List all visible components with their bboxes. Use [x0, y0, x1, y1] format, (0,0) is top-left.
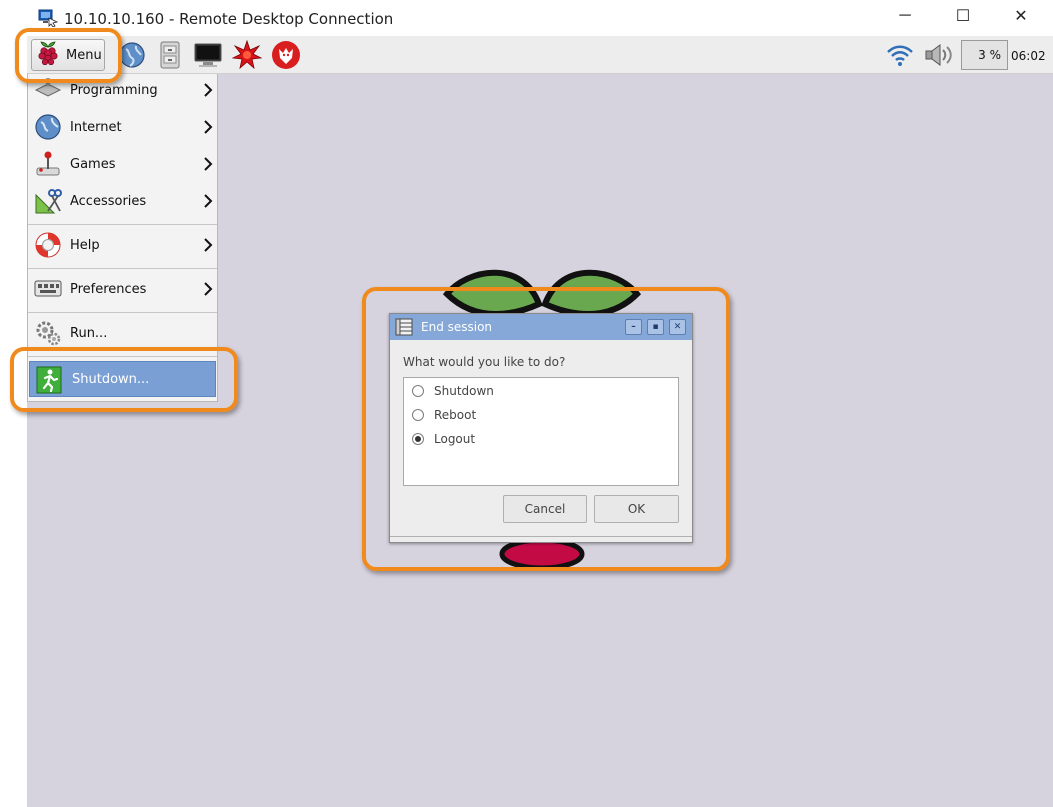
menu-item-programming[interactable]: Programming [28, 72, 217, 108]
speaker-icon[interactable] [922, 41, 956, 69]
ok-button[interactable]: OK [594, 495, 679, 523]
radio-button[interactable] [412, 409, 424, 421]
start-menu: Programming Internet Games Accessories H… [27, 74, 218, 402]
menu-separator [28, 312, 217, 313]
menu-item-shutdown[interactable]: Shutdown... [29, 361, 216, 397]
close-button[interactable]: ✕ [992, 0, 1050, 32]
preferences-keyboard-icon [34, 275, 62, 303]
dialog-close-button[interactable]: ✕ [669, 319, 686, 335]
chevron-right-icon [203, 237, 213, 258]
cancel-button[interactable]: Cancel [503, 495, 587, 523]
top-panel: Menu 3 % 06:02 [27, 36, 1053, 74]
wifi-icon[interactable] [885, 41, 915, 69]
gears-icon [34, 319, 62, 347]
menu-item-help[interactable]: Help [28, 227, 217, 263]
chevron-right-icon [203, 82, 213, 103]
terminal-icon[interactable] [193, 40, 223, 70]
radio-button[interactable] [412, 385, 424, 397]
clock[interactable]: 06:02 [1011, 49, 1046, 63]
menu-button-label: Menu [66, 47, 102, 63]
menu-separator [28, 356, 217, 357]
menu-item-label: Games [70, 156, 116, 172]
dialog-title-bar[interactable]: End session – ▪ ✕ [390, 314, 692, 340]
menu-item-label: Programming [70, 82, 158, 98]
exit-running-man-icon [35, 366, 63, 394]
dialog-minimize-button[interactable]: – [625, 319, 642, 335]
menu-item-internet[interactable]: Internet [28, 109, 217, 145]
wolfram-icon[interactable] [271, 40, 301, 70]
minimize-button[interactable]: ─ [876, 0, 934, 32]
programming-icon [34, 76, 62, 104]
file-manager-icon[interactable] [155, 40, 185, 70]
radio-button-checked[interactable] [412, 433, 424, 445]
option-label: Logout [434, 432, 476, 446]
lifebuoy-icon [34, 231, 62, 259]
chevron-right-icon [203, 156, 213, 177]
window-list-icon [395, 318, 413, 336]
chevron-right-icon [203, 193, 213, 214]
browser-globe-icon[interactable] [117, 40, 147, 70]
menu-separator [28, 268, 217, 269]
joystick-icon [34, 150, 62, 178]
cpu-usage-monitor[interactable]: 3 % [961, 40, 1008, 70]
menu-item-label: Shutdown... [72, 371, 150, 387]
option-logout[interactable]: Logout [412, 429, 475, 449]
menu-item-games[interactable]: Games [28, 146, 217, 182]
dialog-maximize-button[interactable]: ▪ [647, 319, 664, 335]
dialog-question: What would you like to do? [403, 355, 566, 369]
menu-button[interactable]: Menu [31, 39, 105, 71]
menu-item-label: Internet [70, 119, 122, 135]
dialog-title: End session [421, 320, 493, 334]
raspberry-pi-icon [36, 40, 60, 71]
option-label: Shutdown [434, 384, 494, 398]
menu-item-label: Preferences [70, 281, 147, 297]
menu-item-run[interactable]: Run... [28, 315, 217, 351]
remote-desktop: Menu 3 % 06:02 Programming Internet Game… [27, 36, 1053, 807]
end-session-dialog: End session – ▪ ✕ What would you like to… [389, 313, 693, 543]
menu-item-accessories[interactable]: Accessories [28, 183, 217, 219]
menu-item-preferences[interactable]: Preferences [28, 271, 217, 307]
option-shutdown[interactable]: Shutdown [412, 381, 494, 401]
rdp-title-bar: 10.10.10.160 - Remote Desktop Connection… [0, 0, 1053, 36]
option-reboot[interactable]: Reboot [412, 405, 476, 425]
option-list: Shutdown Reboot Logout [403, 377, 679, 486]
chevron-right-icon [203, 281, 213, 302]
mathematica-icon[interactable] [232, 40, 262, 70]
chevron-right-icon [203, 119, 213, 140]
option-label: Reboot [434, 408, 477, 422]
menu-item-label: Accessories [70, 193, 147, 209]
menu-separator [28, 224, 217, 225]
maximize-button[interactable]: ☐ [934, 0, 992, 32]
dialog-status-strip [390, 536, 692, 542]
internet-globe-icon [34, 113, 62, 141]
menu-item-label: Help [70, 237, 100, 253]
remote-desktop-icon [38, 9, 59, 28]
window-title: 10.10.10.160 - Remote Desktop Connection [64, 10, 394, 28]
accessories-tools-icon [34, 187, 62, 215]
menu-item-label: Run... [70, 325, 108, 341]
